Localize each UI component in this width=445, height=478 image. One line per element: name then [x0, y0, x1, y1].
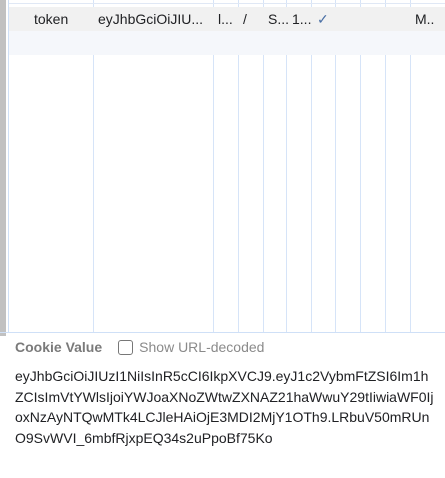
http-only-check-icon: ✓ — [317, 11, 329, 27]
table-row-empty — [9, 31, 445, 55]
cookie-value-panel: Cookie Value Show URL-decoded eyJhbGciOi… — [0, 332, 445, 478]
cookie-value: eyJhbGciOiJIU... — [98, 11, 204, 27]
row-divider — [9, 3, 445, 4]
cookie-path: / — [243, 11, 247, 27]
cookie-value-title: Cookie Value — [15, 339, 103, 355]
cookie-size: 1... — [292, 11, 312, 27]
cookie-domain: l... — [218, 11, 233, 27]
cookie-priority: M.. — [415, 11, 435, 27]
show-url-decoded-checkbox[interactable] — [118, 339, 134, 355]
show-url-decoded-label[interactable]: Show URL-decoded — [139, 339, 264, 355]
table-row[interactable]: token eyJhbGciOiJIU... l... / S... 1... … — [9, 7, 445, 31]
cookie-name: token — [34, 11, 69, 27]
cookie-expires: S... — [268, 11, 290, 27]
table-scrollbar[interactable] — [0, 0, 6, 336]
cookie-value-text[interactable]: eyJhbGciOiJIUzI1NiIsInR5cCI6IkpXVCJ9.eyJ… — [15, 366, 435, 448]
